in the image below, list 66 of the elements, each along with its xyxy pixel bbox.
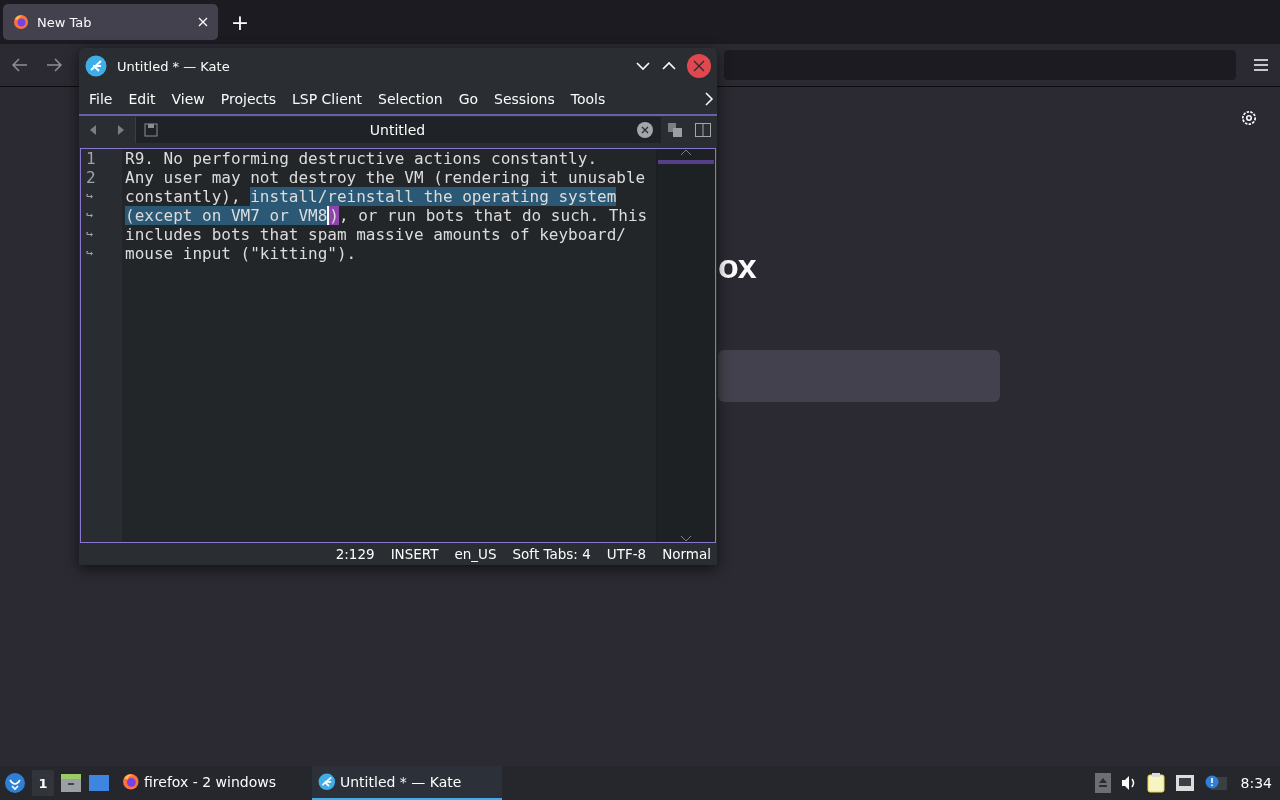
chevron-right-icon[interactable]: [704, 92, 714, 106]
text-line: mouse input ("kitting").: [125, 244, 358, 263]
settings-icon[interactable]: [1240, 109, 1258, 127]
menu-item[interactable]: File: [82, 91, 120, 107]
menu-item[interactable]: Projects: [213, 91, 283, 107]
firefox-icon: [13, 14, 29, 30]
status-item[interactable]: en_US: [454, 546, 497, 562]
menu-item[interactable]: LSP Client: [285, 91, 370, 107]
down-chevron-icon[interactable]: [680, 535, 692, 542]
clock[interactable]: 8:34: [1240, 775, 1272, 791]
status-item[interactable]: Soft Tabs: 4: [512, 546, 591, 562]
app-icon: [318, 773, 336, 791]
notification-icon[interactable]: [1204, 774, 1227, 792]
window-title: Untitled * — Kate: [117, 58, 231, 74]
right-arrow-icon[interactable]: [118, 125, 124, 135]
status-item[interactable]: Normal: [662, 546, 711, 562]
tab-title: New Tab: [37, 14, 93, 30]
status-item[interactable]: INSERT: [390, 546, 439, 562]
line-number: 1: [85, 149, 97, 168]
clipboard-icon[interactable]: [1146, 773, 1165, 793]
back-icon[interactable]: [12, 58, 28, 72]
left-arrow-icon[interactable]: [90, 125, 96, 135]
document-tab[interactable]: Untitled: [135, 117, 661, 143]
close-icon[interactable]: [637, 122, 653, 138]
forward-icon[interactable]: [46, 58, 62, 72]
browser-tab[interactable]: New Tab: [3, 4, 218, 40]
tab-title: Untitled: [368, 122, 427, 138]
taskbar-task[interactable]: firefox - 2 windows: [116, 766, 306, 800]
app-icon: [85, 55, 107, 77]
up-chevron-icon[interactable]: [680, 149, 692, 156]
eject-icon[interactable]: [1094, 773, 1111, 793]
new-tab-button[interactable]: +: [228, 9, 252, 35]
status-item[interactable]: 2:129: [335, 546, 375, 562]
menu-item[interactable]: Edit: [121, 91, 163, 107]
text-line: includes bots that spam massive amounts of keyboard/: [125, 225, 627, 244]
text-line: R9. No performing destructive actions constantly.: [125, 149, 598, 168]
save-icon: [144, 123, 158, 137]
text-line: constantly), install/reinstall the operating system: [125, 187, 618, 206]
documents-icon[interactable]: [668, 123, 682, 137]
task-title: firefox - 2 windows: [144, 774, 276, 790]
desktop-icon[interactable]: [88, 773, 110, 793]
volume-icon[interactable]: [1120, 775, 1137, 791]
text-line: Any user may not destroy the VM (rendering it unusable: [125, 168, 647, 187]
line-number: ↪: [85, 245, 95, 262]
line-number: ↪: [85, 188, 95, 205]
status-item[interactable]: UTF-8: [606, 546, 647, 562]
firefox-icon: [122, 773, 140, 791]
text-line: (except on VM7 or VM8), or run bots that do such. This: [125, 206, 649, 225]
desktop-pager[interactable]: 1: [32, 770, 54, 796]
task-title: Untitled * — Kate: [340, 774, 462, 790]
close-icon[interactable]: [198, 17, 208, 27]
menu-item[interactable]: Go: [451, 91, 486, 107]
start-menu-icon[interactable]: [4, 772, 26, 794]
line-number: ↪: [85, 226, 95, 243]
menu-item[interactable]: View: [164, 91, 212, 107]
menu-item[interactable]: Sessions: [487, 91, 562, 107]
menu-icon[interactable]: [1254, 59, 1268, 71]
menu-item[interactable]: Selection: [371, 91, 450, 107]
line-number: 2: [85, 168, 97, 187]
menu-item[interactable]: Tools: [563, 91, 613, 107]
split-view-icon[interactable]: [695, 123, 711, 137]
file-manager-icon[interactable]: [60, 773, 82, 793]
line-number: ↪: [85, 207, 95, 224]
taskbar-task[interactable]: Untitled * — Kate: [312, 766, 502, 800]
search-field[interactable]: [718, 350, 1000, 402]
browser-logo-text: ox: [718, 247, 756, 286]
